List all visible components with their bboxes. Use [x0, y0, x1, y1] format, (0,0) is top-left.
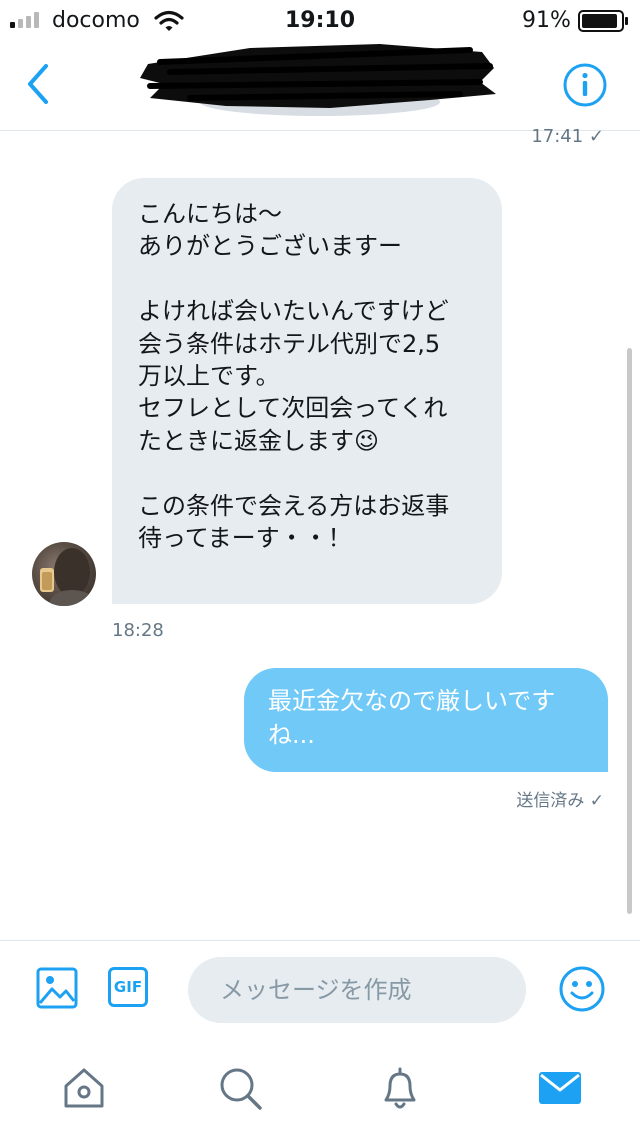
- tab-messages[interactable]: [536, 1064, 584, 1112]
- message-composer: GIF: [0, 940, 640, 1039]
- avatar-photo: [40, 548, 94, 606]
- tab-home[interactable]: [60, 1064, 108, 1112]
- chevron-left-icon: [28, 64, 48, 104]
- previous-message-timestamp: 17:41 ✓: [531, 126, 604, 147]
- tab-search[interactable]: [216, 1064, 264, 1112]
- back-button[interactable]: [18, 60, 58, 108]
- smiley-icon: [559, 966, 605, 1012]
- battery-percentage: 91%: [522, 8, 571, 33]
- message-input[interactable]: [188, 957, 526, 1023]
- notifications-icon: [384, 1067, 416, 1109]
- info-icon: [563, 63, 607, 107]
- battery-icon: [578, 10, 628, 32]
- sent-status: 送信済み ✓: [516, 791, 604, 811]
- info-button[interactable]: [562, 62, 608, 108]
- emoji-button[interactable]: [558, 965, 606, 1013]
- home-icon: [64, 1068, 104, 1108]
- conversation-header: [0, 40, 640, 131]
- status-bar: docomo 19:10 91%: [0, 0, 640, 40]
- search-icon: [220, 1068, 262, 1110]
- tab-bar: [0, 1040, 640, 1136]
- image-icon: [36, 967, 78, 1009]
- avatar[interactable]: [32, 542, 96, 606]
- redacted-title: [140, 44, 496, 116]
- gif-button[interactable]: GIF: [108, 967, 148, 1007]
- messages-icon: [539, 1072, 581, 1104]
- scrollbar[interactable]: [627, 348, 632, 914]
- outgoing-message-bubble[interactable]: 最近金欠なので厳しいです ね...: [244, 668, 608, 772]
- incoming-message-bubble[interactable]: こんにちは〜 ありがとうございますー よければ会いたいんですけど 会う条件はホテ…: [112, 178, 502, 604]
- incoming-message-timestamp: 18:28: [112, 620, 164, 641]
- tab-notifications[interactable]: [376, 1064, 424, 1112]
- add-image-button[interactable]: [36, 967, 78, 1009]
